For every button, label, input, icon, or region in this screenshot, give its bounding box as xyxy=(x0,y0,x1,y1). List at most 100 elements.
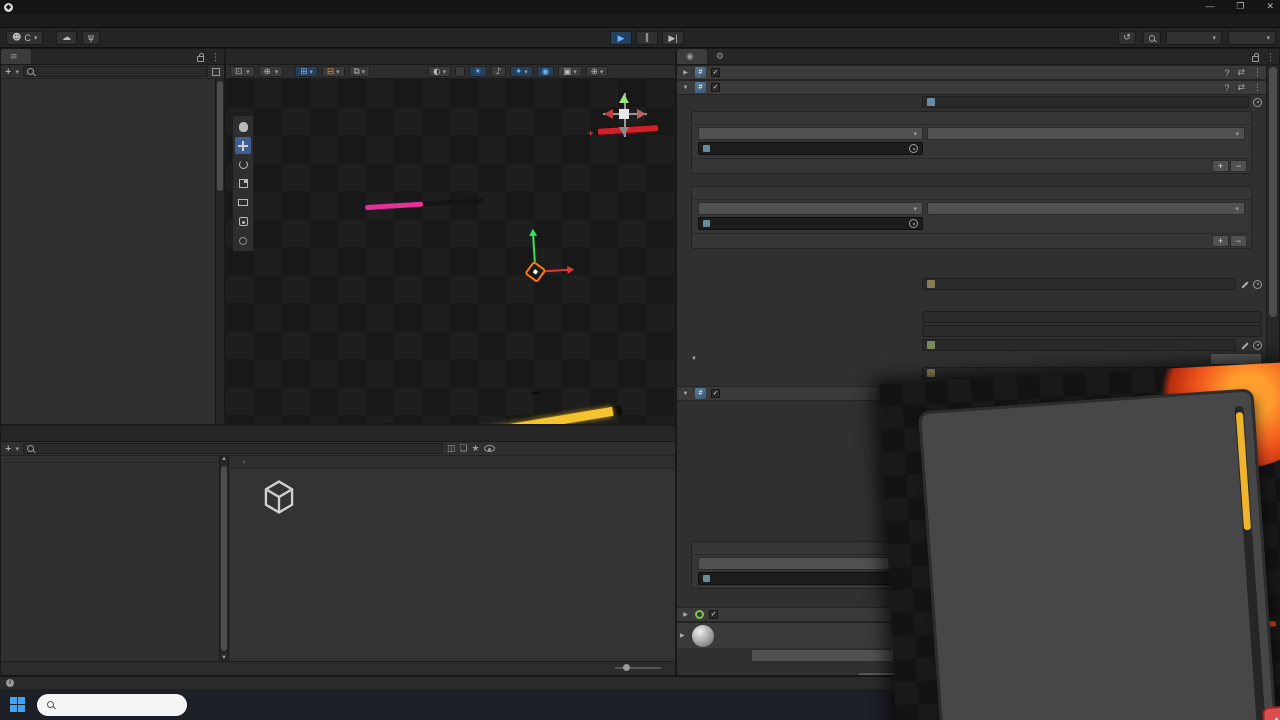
rotate-tool-icon[interactable] xyxy=(235,156,251,173)
component-header-outlinable[interactable]: ▶#✓ ?⇄⋮ xyxy=(677,65,1266,80)
gizmos-dropdown[interactable]: ⊕▾ xyxy=(586,66,609,77)
chevron-down-icon[interactable]: ▾ xyxy=(15,445,19,453)
remove-event-button[interactable]: − xyxy=(1230,160,1247,172)
project-search-input[interactable] xyxy=(23,443,443,454)
object-picker-icon[interactable] xyxy=(1253,280,1262,289)
start-button[interactable] xyxy=(10,697,25,712)
object-picker-icon[interactable] xyxy=(909,219,918,228)
move-tool-icon[interactable] xyxy=(235,137,251,154)
audio-toggle[interactable]: ♪ xyxy=(491,66,506,77)
search-by-type-icon[interactable]: ◫ xyxy=(447,444,456,454)
scene-orientation-gizmo[interactable] xyxy=(603,93,647,137)
scene-picker-icon[interactable] xyxy=(212,68,220,76)
return-button[interactable] xyxy=(1262,706,1280,720)
tab-hierarchy[interactable]: ≡ xyxy=(1,49,31,64)
add-event-button[interactable]: + xyxy=(1212,235,1229,247)
add-gameobject-button[interactable]: + xyxy=(5,66,11,78)
transform-tool-icon[interactable] xyxy=(235,213,251,230)
aim-turn-speed-row xyxy=(677,310,1266,324)
enabled-checkbox[interactable]: ✓ xyxy=(711,68,720,77)
enabled-checkbox[interactable]: ✓ xyxy=(711,83,720,92)
cloud-button[interactable]: ☁ xyxy=(56,31,77,45)
script-object-field[interactable] xyxy=(922,96,1249,108)
scroll-up-icon[interactable]: ▲ xyxy=(220,456,228,462)
layout-dropdown[interactable]: ▾ xyxy=(1228,31,1276,45)
step-button[interactable]: ▶| xyxy=(662,31,684,45)
lighting-toggle[interactable]: ☀ xyxy=(469,66,487,77)
close-button[interactable]: ✕ xyxy=(1266,1,1274,12)
event-method-dropdown[interactable]: ▾ xyxy=(927,202,1245,215)
grid-snap-button[interactable]: ⊞▾ xyxy=(295,66,318,77)
component-header-player-controller[interactable]: ▼#✓ ?⇄⋮ xyxy=(677,80,1266,95)
move-gizmo-x-axis[interactable] xyxy=(545,269,571,273)
move-gizmo-y-axis[interactable] xyxy=(532,232,536,262)
account-button[interactable]: ☻ C ▾ xyxy=(6,31,43,45)
tab-project-settings[interactable]: ⚙ xyxy=(707,49,737,64)
upgrades-row xyxy=(677,338,1266,352)
kebab-icon[interactable]: ⋮ xyxy=(211,52,220,63)
asset-zoom-slider[interactable] xyxy=(615,667,661,669)
shading-dropdown[interactable]: ◐▾ xyxy=(428,66,451,77)
play-button[interactable]: ▶ xyxy=(610,31,632,45)
upgrade-shop-panel xyxy=(921,391,1275,720)
2d-toggle[interactable] xyxy=(455,66,465,77)
hierarchy-scrollbar[interactable] xyxy=(215,79,224,424)
undo-history-button[interactable]: ↺ xyxy=(1118,31,1136,45)
restore-button[interactable]: ❐ xyxy=(1236,1,1244,12)
sprite-angle-offset-input[interactable] xyxy=(922,325,1262,337)
project-tree-scrollbar[interactable]: ▲ ▼ xyxy=(219,456,228,661)
camera-dropdown[interactable]: ▣▾ xyxy=(558,66,582,77)
global-dropdown[interactable]: ⊕▾ xyxy=(259,66,284,77)
player-sprite[interactable] xyxy=(524,261,546,283)
hidden-packages-icon[interactable] xyxy=(484,445,495,452)
event-mode-dropdown[interactable]: ▾ xyxy=(698,202,923,215)
aim-turn-speed-input[interactable] xyxy=(922,311,1262,323)
object-picker-icon[interactable] xyxy=(1253,341,1262,350)
add-asset-button[interactable]: + xyxy=(5,443,11,455)
on-shoot-event: ▾ ▾ +− xyxy=(691,111,1252,174)
event-mode-dropdown[interactable]: ▾ xyxy=(698,127,923,140)
level-label xyxy=(379,423,391,424)
starting-weapon-field[interactable] xyxy=(922,278,1236,290)
equip-foldout-row[interactable]: ▼ xyxy=(677,352,1266,366)
xp-bar xyxy=(389,405,622,424)
enabled-checkbox[interactable]: ✓ xyxy=(711,389,720,398)
scale-tool-icon[interactable] xyxy=(235,175,251,192)
enabled-checkbox[interactable]: ✓ xyxy=(709,610,718,619)
chevron-down-icon[interactable]: ▾ xyxy=(15,68,19,76)
object-picker-icon[interactable] xyxy=(1253,98,1262,107)
edit-icon[interactable] xyxy=(1240,280,1249,289)
search-by-label-icon[interactable]: ❑ xyxy=(459,444,467,454)
save-search-icon[interactable]: ★ xyxy=(472,444,480,454)
object-picker-icon[interactable] xyxy=(909,144,918,153)
upgrades-field[interactable] xyxy=(922,339,1236,351)
search-button[interactable] xyxy=(1143,31,1161,45)
lock-icon[interactable] xyxy=(197,56,204,62)
edit-icon[interactable] xyxy=(1240,341,1249,350)
remove-event-button[interactable]: − xyxy=(1230,235,1247,247)
rect-tool-icon[interactable] xyxy=(235,194,251,211)
tab-inspector[interactable]: ◉ xyxy=(677,49,707,64)
version-control-button[interactable]: ψ xyxy=(82,31,100,45)
pause-button[interactable]: ‖ xyxy=(636,31,658,45)
layers-dropdown[interactable]: ▾ xyxy=(1166,31,1222,45)
asset-game-scene[interactable] xyxy=(244,478,314,523)
visibility-toggle[interactable]: ◉ xyxy=(537,66,554,77)
event-target-field[interactable] xyxy=(698,142,923,155)
taskbar-search-box[interactable] xyxy=(37,694,187,716)
script-field-row xyxy=(677,95,1266,109)
pivot-dropdown[interactable]: ⊡▾ xyxy=(230,66,255,77)
add-event-button[interactable]: + xyxy=(1212,160,1229,172)
lock-icon[interactable] xyxy=(1252,56,1259,62)
minimize-button[interactable]: — xyxy=(1205,1,1214,12)
hand-tool-icon[interactable] xyxy=(235,118,251,135)
kebab-icon[interactable]: ⋮ xyxy=(1266,52,1275,63)
scene-viewport[interactable]: + xyxy=(226,79,675,424)
hierarchy-search-input[interactable] xyxy=(23,66,208,77)
custom-tool-icon[interactable] xyxy=(235,232,251,249)
event-method-dropdown[interactable]: ▾ xyxy=(927,127,1245,140)
event-target-field[interactable] xyxy=(698,217,923,230)
effects-dropdown[interactable]: ✦▾ xyxy=(510,66,533,77)
tool-settings-button[interactable]: ⧉▾ xyxy=(349,66,371,77)
snap-increment-button[interactable]: ⊟▾ xyxy=(322,66,345,77)
